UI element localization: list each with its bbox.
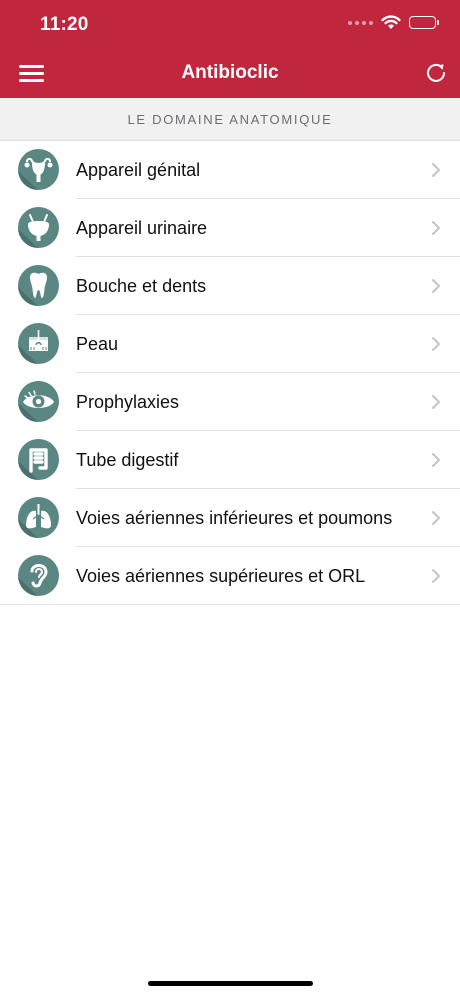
- tooth-icon: [18, 265, 59, 306]
- domain-list: Appareil génital Appareil urinaire Bouch…: [0, 141, 460, 605]
- list-item-peau[interactable]: Peau: [0, 315, 460, 373]
- chevron-right-icon: [432, 279, 440, 293]
- bladder-icon: [18, 207, 59, 248]
- status-time: 11:20: [40, 14, 89, 35]
- list-item-label: Voies aériennes supérieures et ORL: [76, 566, 366, 586]
- list-item-appareil-urinaire[interactable]: Appareil urinaire: [0, 199, 460, 257]
- eye-icon: [18, 381, 59, 422]
- list-item-voies-aeriennes-superieures[interactable]: Voies aériennes supérieures et ORL: [0, 547, 460, 605]
- refresh-icon[interactable]: [424, 61, 448, 85]
- status-icons: [348, 15, 439, 30]
- list-item-bouche-et-dents[interactable]: Bouche et dents: [0, 257, 460, 315]
- home-indicator[interactable]: [148, 981, 313, 986]
- list-item-label: Appareil urinaire: [76, 218, 208, 238]
- list-item-label: Prophylaxies: [76, 392, 180, 412]
- wifi-icon: [381, 15, 401, 29]
- skin-icon: [18, 323, 59, 364]
- list-item-label: Appareil génital: [76, 160, 201, 180]
- list-item-label: Voies aériennes inférieures et poumons: [76, 508, 393, 528]
- header-bar: 11:20 Antibioclic: [0, 0, 460, 98]
- list-item-label: Bouche et dents: [76, 276, 207, 296]
- status-bar: 11:20: [0, 0, 460, 48]
- chevron-right-icon: [432, 221, 440, 235]
- chevron-right-icon: [432, 337, 440, 351]
- list-item-tube-digestif[interactable]: Tube digestif: [0, 431, 460, 489]
- app-screen: 11:20 Antibioclic LE DOMAINE ANATOMIQUE: [0, 0, 460, 996]
- list-item-prophylaxies[interactable]: Prophylaxies: [0, 373, 460, 431]
- chevron-right-icon: [432, 163, 440, 177]
- list-item-label: Tube digestif: [76, 450, 179, 470]
- list-item-voies-aeriennes-inferieures[interactable]: Voies aériennes inférieures et poumons: [0, 489, 460, 547]
- lungs-icon: [18, 497, 59, 538]
- navigation-bar: Antibioclic: [0, 48, 460, 98]
- battery-icon: [409, 16, 439, 29]
- list-item-label: Peau: [76, 334, 119, 354]
- intestine-icon: [18, 439, 59, 480]
- chevron-right-icon: [432, 395, 440, 409]
- ear-icon: [18, 555, 59, 596]
- app-title: Antibioclic: [181, 62, 279, 83]
- cellular-signal-icon: [348, 20, 373, 25]
- list-item-appareil-genital[interactable]: Appareil génital: [0, 141, 460, 199]
- chevron-right-icon: [432, 453, 440, 467]
- uterus-icon: [18, 149, 59, 190]
- section-header: LE DOMAINE ANATOMIQUE: [0, 98, 460, 141]
- chevron-right-icon: [432, 569, 440, 583]
- chevron-right-icon: [432, 511, 440, 525]
